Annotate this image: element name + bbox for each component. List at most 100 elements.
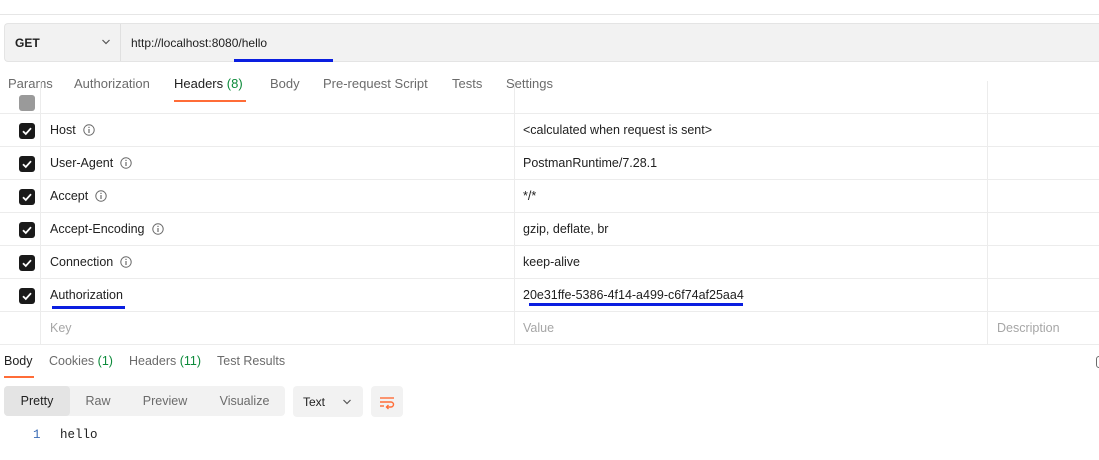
active-response-tab-indicator [4,376,34,378]
key-cell[interactable]: Connection [41,246,515,278]
description-cell[interactable] [988,246,1099,278]
tab-count: (11) [179,354,202,368]
value-cell[interactable]: keep-alive [515,246,988,278]
url-input[interactable]: http://localhost:8080/hello [131,24,267,61]
view-label: Raw [85,394,111,408]
info-icon[interactable] [120,256,132,268]
tab-label: Cookies [49,354,95,368]
method-select[interactable]: GET [5,24,121,61]
description-cell[interactable] [988,213,1099,245]
response-tabs: Body Cookies (1) Headers (11) Test Resul… [0,354,320,378]
table-row: Authorization 20e31ffe-5386-4f14-a499-c6… [0,279,1099,312]
key-placeholder: Key [50,321,72,335]
description-cell[interactable] [988,114,1099,146]
line-number: 1 [33,428,41,442]
response-tab-headers[interactable]: Headers (11) [129,354,201,368]
table-row-new: Key Value Description [0,312,1099,345]
checkbox-checked-icon[interactable] [19,288,35,304]
value-cell[interactable]: 20e31ffe-5386-4f14-a499-c6f74af25aa4 [515,279,988,311]
url-text: http://localhost:8080/hello [131,35,268,50]
checkbox-cell [0,147,41,179]
view-raw-button[interactable]: Raw [70,386,126,416]
value-cell[interactable]: */* [515,180,988,212]
value-placeholder: Value [523,321,555,335]
checkbox-checked-icon[interactable] [19,189,35,205]
checkbox-partial[interactable] [19,95,35,111]
code-text[interactable]: hello [60,428,98,442]
value-cell [515,81,988,113]
tab-label: Body [4,354,33,368]
view-label: Visualize [219,394,270,408]
format-select[interactable]: Text [293,386,363,417]
info-icon[interactable] [83,124,95,136]
annotation-underline-url [234,59,333,62]
table-row: Host <calculated when request is sent> [0,114,1099,147]
header-key: Accept-Encoding [50,222,145,236]
info-icon[interactable] [120,157,132,169]
description-cell [988,81,1099,113]
checkbox-checked-icon[interactable] [19,255,35,271]
info-icon[interactable] [151,223,164,235]
value-cell[interactable]: gzip, deflate, br [515,213,988,245]
description-cell[interactable] [988,279,1099,311]
wrap-lines-button[interactable] [371,386,403,417]
chevron-down-icon [102,39,110,45]
new-key-input[interactable]: Key [41,312,515,344]
view-preview-button[interactable]: Preview [126,386,204,416]
value-cell[interactable]: PostmanRuntime/7.28.1 [515,147,988,179]
view-visualize-button[interactable]: Visualize [204,386,285,416]
tab-label: Test Results [217,354,286,368]
header-key: Authorization [50,288,123,302]
view-mode-group: Pretty Raw Preview Visualize [4,386,285,416]
value-cell[interactable]: <calculated when request is sent> [515,114,988,146]
wrap-lines-icon [380,396,395,409]
header-value: gzip, deflate, br [523,222,609,236]
table-row-partial [0,81,1099,114]
header-key: Connection [50,255,114,269]
view-pretty-button[interactable]: Pretty [4,386,70,416]
checkbox-cell [0,180,41,212]
checkbox-checked-icon[interactable] [19,123,35,139]
header-key: Accept [50,189,89,203]
key-cell[interactable]: Host [41,114,515,146]
header-value: PostmanRuntime/7.28.1 [523,156,658,170]
header-key: Host [50,123,76,137]
checkbox-checked-icon[interactable] [19,222,35,238]
new-value-input[interactable]: Value [515,312,988,344]
key-cell[interactable]: Accept [41,180,515,212]
description-placeholder: Description [997,321,1060,335]
annotation-underline-auth-key [52,306,125,309]
checkbox-cell [0,246,41,278]
key-cell[interactable]: User-Agent [41,147,515,179]
checkbox-cell [0,213,41,245]
annotation-underline-auth-value [529,303,743,306]
key-cell[interactable]: Accept-Encoding [41,213,515,245]
tab-label: Headers [129,354,177,368]
header-value: <calculated when request is sent> [523,123,713,137]
checkbox-cell [0,114,41,146]
chevron-down-icon [343,399,351,405]
checkbox-checked-icon[interactable] [19,156,35,172]
new-description-input[interactable]: Description [988,312,1099,344]
response-tab-body[interactable]: Body [4,354,33,368]
method-label: GET [15,35,40,50]
info-icon[interactable] [95,190,107,202]
key-cell [41,81,515,113]
view-label: Pretty [20,394,54,408]
header-value: 20e31ffe-5386-4f14-a499-c6f74af25aa4 [523,288,744,302]
response-tab-cookies[interactable]: Cookies (1) [49,354,113,368]
description-cell[interactable] [988,180,1099,212]
table-row: Accept-Encoding gzip, deflate, br [0,213,1099,246]
response-tab-test-results[interactable]: Test Results [217,354,285,368]
header-value: keep-alive [523,255,580,269]
checkbox-cell [0,312,41,344]
table-row: User-Agent PostmanRuntime/7.28.1 [0,147,1099,180]
header-key: User-Agent [50,156,114,170]
tab-count: (1) [97,354,113,368]
format-label: Text [303,394,326,409]
checkbox-cell [0,81,41,113]
description-cell[interactable] [988,147,1099,179]
header-value: */* [523,189,537,203]
top-divider [0,14,1099,15]
request-bar: GET http://localhost:8080/hello [4,23,1099,62]
